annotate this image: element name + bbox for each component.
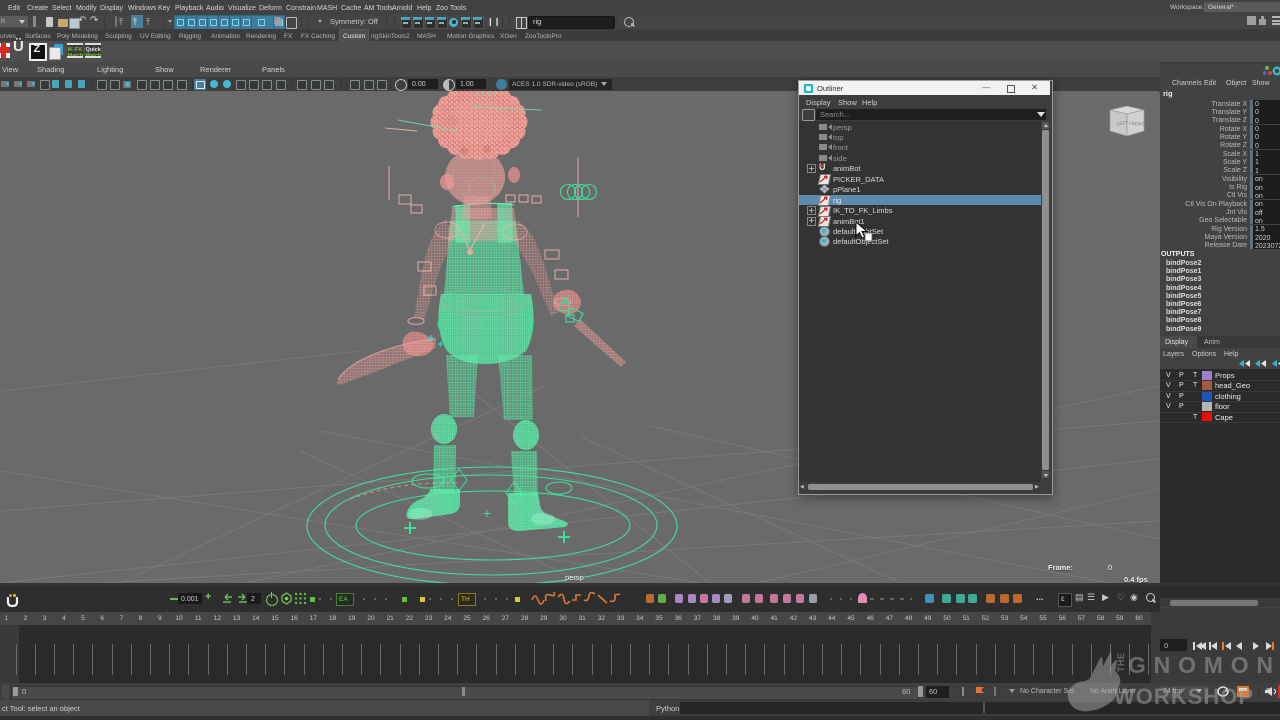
svg-text:LEFT: LEFT	[1117, 120, 1129, 126]
svg-text:THE: THE	[1116, 653, 1126, 673]
svg-text:WORKSHOP: WORKSHOP	[1114, 684, 1254, 709]
svg-text:GNOMON: GNOMON	[1128, 652, 1274, 678]
